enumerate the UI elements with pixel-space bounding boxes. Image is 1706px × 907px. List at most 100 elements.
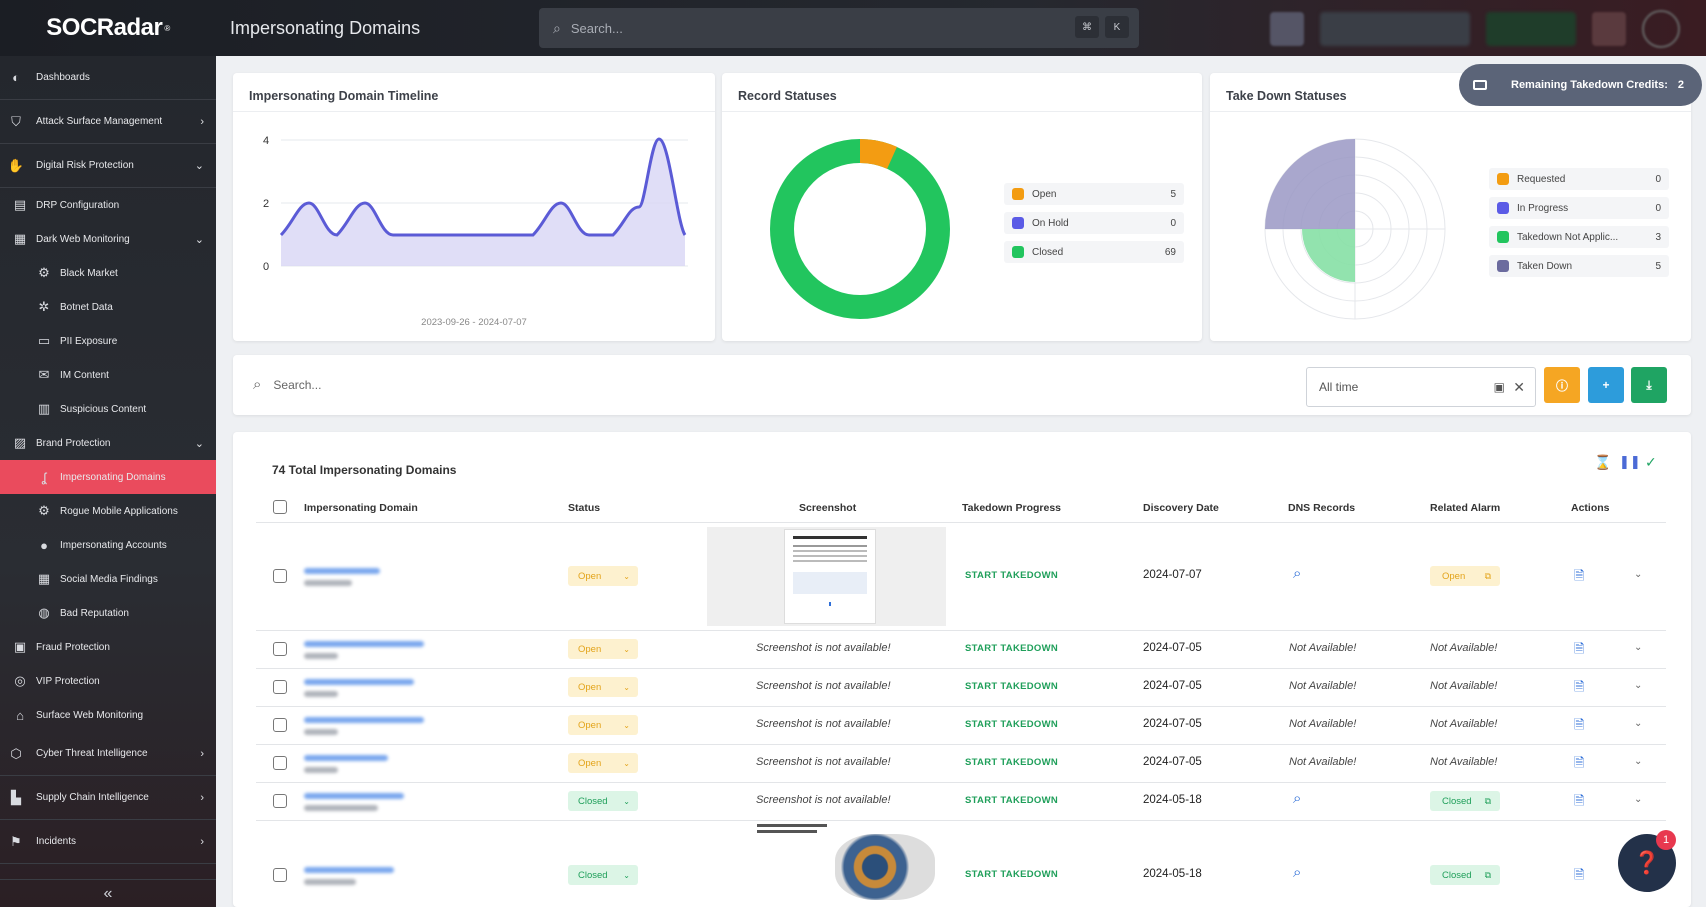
chevron-right-icon[interactable]: › — [200, 116, 204, 128]
row-checkbox[interactable] — [273, 642, 287, 656]
add-button[interactable]: + — [1588, 367, 1624, 403]
start-takedown-button[interactable]: START TAKEDOWN — [965, 719, 1058, 730]
sidebar-item-black-market[interactable]: ⚙ Black Market — [0, 256, 216, 290]
document-action-icon[interactable]: 🗎 — [1574, 754, 1584, 776]
start-takedown-button[interactable]: START TAKEDOWN — [965, 643, 1058, 654]
row-checkbox[interactable] — [273, 756, 287, 770]
hourglass-icon[interactable]: ⌛ — [1594, 454, 1611, 471]
row-checkbox[interactable] — [273, 680, 287, 694]
table-search-input[interactable]: ⌕ Search... — [253, 376, 321, 393]
user-menu-icon[interactable] — [1642, 10, 1680, 48]
start-takedown-button[interactable]: START TAKEDOWN — [965, 869, 1058, 880]
row-checkbox[interactable] — [273, 718, 287, 732]
legend-item[interactable]: Requested 0 — [1489, 168, 1669, 190]
sidebar-item-fraud-protection[interactable]: ▣ Fraud Protection — [0, 630, 216, 664]
select-all-checkbox[interactable] — [273, 500, 287, 514]
start-takedown-button[interactable]: START TAKEDOWN — [965, 795, 1058, 806]
domain-link[interactable] — [304, 641, 424, 647]
expand-row-chevron-icon[interactable]: ⌄ — [1634, 718, 1642, 729]
column-header-related-alarm[interactable]: Related Alarm — [1430, 502, 1500, 514]
domain-link[interactable] — [304, 568, 380, 574]
legend-item[interactable]: Taken Down 5 — [1489, 255, 1669, 277]
dns-records-search-icon[interactable]: ⌕ — [1293, 864, 1301, 881]
sidebar-item-vip-protection[interactable]: ◎ VIP Protection — [0, 664, 216, 698]
related-alarm-badge[interactable]: Closed ⧉ — [1430, 865, 1500, 885]
sidebar-item-social-media-findings[interactable]: ▦ Social Media Findings — [0, 562, 216, 596]
company-avatar[interactable] — [1270, 12, 1304, 46]
check-icon[interactable]: ✓ — [1645, 454, 1657, 471]
clear-icon[interactable]: ✕ — [1513, 379, 1525, 396]
start-takedown-button[interactable]: START TAKEDOWN — [965, 757, 1058, 768]
sidebar-item-suspicious-content[interactable]: ▥ Suspicious Content — [0, 392, 216, 426]
document-action-icon[interactable]: 🗎 — [1574, 640, 1584, 662]
related-alarm-badge[interactable]: Open ⧉ — [1430, 566, 1500, 586]
sidebar-item-im-content[interactable]: ✉ IM Content — [0, 358, 216, 392]
status-dropdown[interactable]: Closed ⌄ — [568, 791, 638, 811]
legend-item[interactable]: Takedown Not Applic... 3 — [1489, 226, 1669, 248]
sidebar-item-pii-exposure[interactable]: ▭ PII Exposure — [0, 324, 216, 358]
collapse-sidebar-icon[interactable]: « — [0, 879, 216, 907]
calendar-icon[interactable]: ▣ — [1494, 380, 1505, 394]
domain-link[interactable] — [304, 717, 424, 723]
document-action-icon[interactable]: 🗎 — [1574, 678, 1584, 700]
sidebar-item-attack-surface-management[interactable]: ⛉ Attack Surface Management › — [0, 100, 216, 144]
chevron-down-icon[interactable]: ⌄ — [195, 233, 204, 246]
column-header-takedown-progress[interactable]: Takedown Progress — [962, 502, 1061, 514]
domain-link[interactable] — [304, 679, 414, 685]
column-header-status[interactable]: Status — [568, 502, 600, 514]
expand-row-chevron-icon[interactable]: ⌄ — [1634, 794, 1642, 805]
sidebar-item-rogue-mobile-applications[interactable]: ⚙ Rogue Mobile Applications — [0, 494, 216, 528]
document-action-icon[interactable]: 🗎 — [1574, 567, 1584, 589]
sidebar-item-impersonating-accounts[interactable]: ● Impersonating Accounts — [0, 528, 216, 562]
sidebar-item-dark-web-monitoring[interactable]: ▦ Dark Web Monitoring ⌄ — [0, 222, 216, 256]
chevron-down-icon[interactable]: ⌄ — [195, 159, 204, 172]
legend-item[interactable]: On Hold 0 — [1004, 212, 1184, 234]
status-dropdown[interactable]: Closed ⌄ — [568, 865, 638, 885]
expand-row-chevron-icon[interactable]: ⌄ — [1634, 569, 1642, 580]
row-checkbox[interactable] — [273, 794, 287, 808]
global-search-input[interactable]: ⌕ Search... ⌘ K — [539, 8, 1139, 48]
start-takedown-button[interactable]: START TAKEDOWN — [965, 681, 1058, 692]
related-alarm-badge[interactable]: Closed ⧉ — [1430, 791, 1500, 811]
sidebar-item-drp-configuration[interactable]: ▤ DRP Configuration — [0, 188, 216, 222]
socradar-logo[interactable]: SOCRadar ® — [0, 0, 216, 56]
legend-item[interactable]: Closed 69 — [1004, 241, 1184, 263]
document-action-icon[interactable]: 🗎 — [1574, 716, 1584, 738]
legend-item[interactable]: Open 5 — [1004, 183, 1184, 205]
document-action-icon[interactable]: 🗎 — [1574, 866, 1584, 888]
sidebar-item-impersonating-domains[interactable]: ʆ Impersonating Domains — [0, 460, 216, 494]
download-button[interactable]: ⤓ — [1631, 367, 1667, 403]
sidebar-item-brand-protection[interactable]: ▨ Brand Protection ⌄ — [0, 426, 216, 460]
expand-row-chevron-icon[interactable]: ⌄ — [1634, 642, 1642, 653]
chevron-down-icon[interactable]: ⌄ — [195, 437, 204, 450]
sidebar-item-supply-chain-intelligence[interactable]: ▙ Supply Chain Intelligence › — [0, 776, 216, 820]
domain-link[interactable] — [304, 755, 388, 761]
sidebar-item-botnet-data[interactable]: ✲ Botnet Data — [0, 290, 216, 324]
status-dropdown[interactable]: Open ⌄ — [568, 753, 638, 773]
chevron-right-icon[interactable]: › — [200, 792, 204, 804]
row-checkbox[interactable] — [273, 868, 287, 882]
status-indicator[interactable] — [1486, 12, 1576, 46]
column-header-screenshot[interactable]: Screenshot — [799, 502, 856, 514]
row-checkbox[interactable] — [273, 569, 287, 583]
pause-icon[interactable]: ❚❚ — [1619, 454, 1641, 470]
domain-link[interactable] — [304, 793, 404, 799]
status-dropdown[interactable]: Open ⌄ — [568, 715, 638, 735]
document-action-icon[interactable]: 🗎 — [1574, 792, 1584, 814]
date-range-select[interactable]: All time ▣ ✕ — [1306, 367, 1536, 407]
legend-item[interactable]: In Progress 0 — [1489, 197, 1669, 219]
expand-row-chevron-icon[interactable]: ⌄ — [1634, 680, 1642, 691]
sidebar-item-surface-web-monitoring[interactable]: ⌂ Surface Web Monitoring — [0, 698, 216, 732]
dns-records-search-icon[interactable]: ⌕ — [1293, 565, 1301, 582]
chevron-right-icon[interactable]: › — [200, 748, 204, 760]
screenshot-thumbnail[interactable] — [755, 822, 947, 902]
domain-link[interactable] — [304, 867, 394, 873]
column-header-discovery-date[interactable]: Discovery Date — [1143, 502, 1219, 514]
chevron-right-icon[interactable]: › — [200, 836, 204, 848]
screenshot-thumbnail[interactable] — [707, 527, 946, 626]
start-takedown-button[interactable]: START TAKEDOWN — [965, 570, 1058, 581]
sidebar-item-incidents[interactable]: ⚑ Incidents › — [0, 820, 216, 864]
dns-records-search-icon[interactable]: ⌕ — [1293, 790, 1301, 807]
column-header-impersonating-domain[interactable]: Impersonating Domain — [304, 502, 418, 514]
info-button[interactable]: ⓘ — [1544, 367, 1580, 403]
